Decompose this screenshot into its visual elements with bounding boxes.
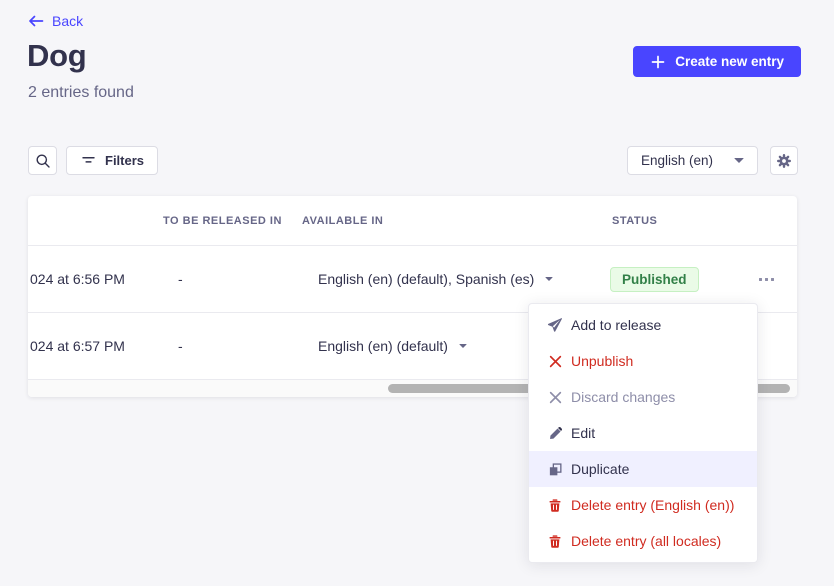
cell-status: Published bbox=[610, 267, 737, 292]
page-title: Dog bbox=[27, 38, 86, 74]
create-new-entry-label: Create new entry bbox=[675, 54, 784, 69]
column-header-available-in[interactable]: AVAILABLE IN bbox=[302, 215, 610, 227]
gear-icon bbox=[776, 153, 792, 169]
table-header-row: TO BE RELEASED IN AVAILABLE IN STATUS bbox=[28, 196, 797, 245]
create-new-entry-button[interactable]: Create new entry bbox=[633, 46, 801, 77]
search-button[interactable] bbox=[28, 146, 57, 175]
menu-item-label: Add to release bbox=[571, 317, 661, 333]
arrow-left-icon bbox=[28, 13, 44, 29]
status-badge: Published bbox=[610, 267, 699, 292]
menu-item-discard-changes[interactable]: Discard changes bbox=[529, 379, 757, 415]
column-header-to-be-released-in[interactable]: TO BE RELEASED IN bbox=[163, 215, 302, 227]
menu-item-unpublish[interactable]: Unpublish bbox=[529, 343, 757, 379]
cell-available-in[interactable]: English (en) (default), Spanish (es) bbox=[302, 271, 610, 287]
chevron-down-icon bbox=[459, 344, 467, 348]
menu-item-label: Delete entry (English (en)) bbox=[571, 497, 734, 513]
cross-icon bbox=[547, 353, 563, 369]
filter-icon bbox=[80, 153, 96, 169]
cell-to-be-released-in: - bbox=[163, 271, 302, 287]
locale-select[interactable]: English (en) bbox=[627, 146, 758, 175]
menu-item-label: Unpublish bbox=[571, 353, 633, 369]
menu-item-label: Discard changes bbox=[571, 389, 675, 405]
search-icon bbox=[35, 153, 51, 169]
available-locales-text: English (en) (default), Spanish (es) bbox=[318, 271, 534, 287]
menu-item-label: Edit bbox=[571, 425, 595, 441]
menu-item-label: Delete entry (all locales) bbox=[571, 533, 721, 549]
available-locales-text: English (en) (default) bbox=[318, 338, 448, 354]
duplicate-icon bbox=[547, 461, 563, 477]
paper-plane-icon bbox=[547, 317, 563, 333]
dot-icon bbox=[759, 278, 762, 281]
locale-select-value: English (en) bbox=[641, 153, 713, 168]
plus-icon bbox=[650, 54, 666, 70]
filters-button[interactable]: Filters bbox=[66, 146, 158, 175]
back-link[interactable]: Back bbox=[28, 13, 83, 29]
pencil-icon bbox=[547, 425, 563, 441]
trash-icon bbox=[547, 497, 563, 513]
cell-updated: 024 at 6:57 PM bbox=[28, 338, 163, 354]
content-manager-page: Back Dog 2 entries found Create new entr… bbox=[0, 0, 834, 586]
row-actions-menu: Add to release Unpublish Discard changes… bbox=[528, 303, 758, 563]
chevron-down-icon bbox=[734, 158, 744, 163]
menu-item-duplicate[interactable]: Duplicate bbox=[529, 451, 757, 487]
trash-icon bbox=[547, 533, 563, 549]
entries-count: 2 entries found bbox=[28, 84, 134, 102]
menu-item-delete-entry-locale[interactable]: Delete entry (English (en)) bbox=[529, 487, 757, 523]
dot-icon bbox=[771, 278, 774, 281]
table-row[interactable]: 024 at 6:56 PM - English (en) (default),… bbox=[28, 245, 797, 312]
menu-item-add-to-release[interactable]: Add to release bbox=[529, 307, 757, 343]
dot-icon bbox=[765, 278, 768, 281]
menu-item-edit[interactable]: Edit bbox=[529, 415, 757, 451]
cell-updated: 024 at 6:56 PM bbox=[28, 271, 163, 287]
back-label: Back bbox=[52, 13, 83, 29]
row-actions-button[interactable] bbox=[753, 269, 779, 289]
cell-actions bbox=[737, 269, 797, 289]
column-header-status[interactable]: STATUS bbox=[610, 215, 737, 227]
cross-icon bbox=[547, 389, 563, 405]
chevron-down-icon bbox=[545, 277, 553, 281]
cell-to-be-released-in: - bbox=[163, 338, 302, 354]
filters-label: Filters bbox=[105, 153, 144, 168]
settings-button[interactable] bbox=[770, 146, 798, 175]
menu-item-delete-entry-all-locales[interactable]: Delete entry (all locales) bbox=[529, 523, 757, 559]
menu-item-label: Duplicate bbox=[571, 461, 629, 477]
